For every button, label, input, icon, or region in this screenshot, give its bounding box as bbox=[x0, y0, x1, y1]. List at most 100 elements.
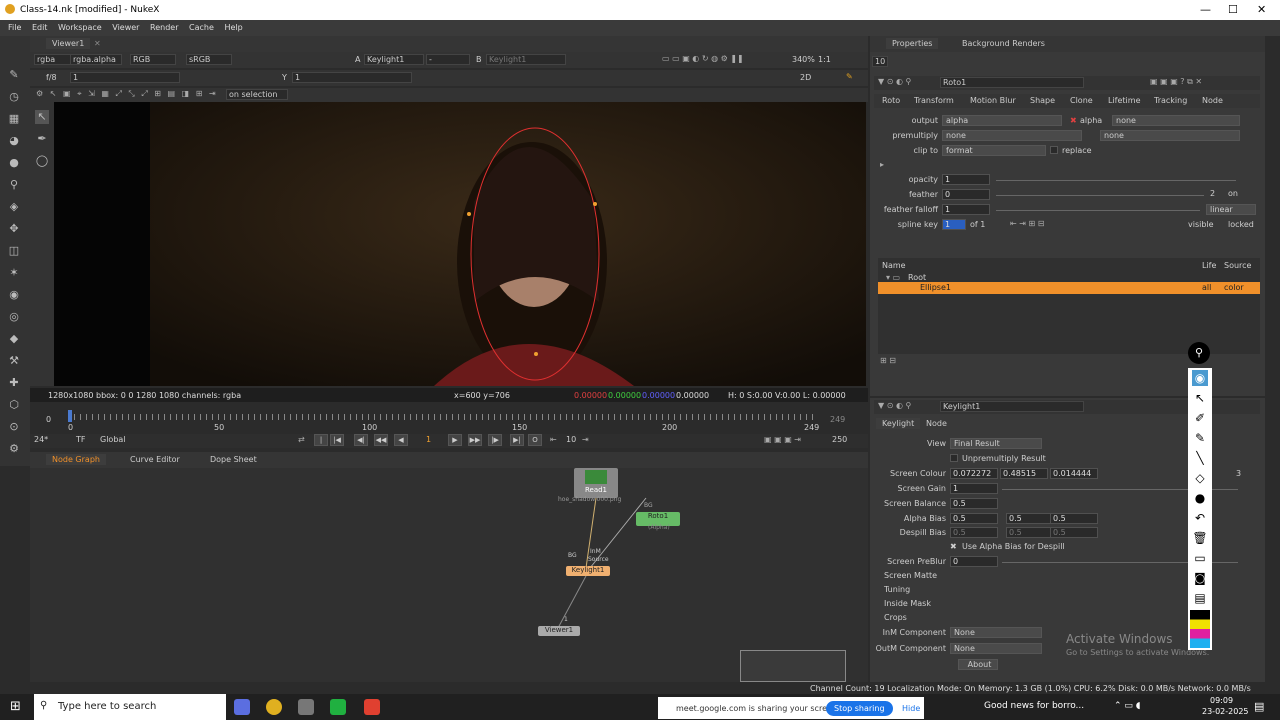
back-increment-button[interactable]: ◀◀ bbox=[374, 434, 388, 446]
settings-icon[interactable]: ⚙ bbox=[7, 442, 21, 456]
tab-background-renders[interactable]: Background Renders bbox=[956, 38, 1051, 49]
input-b-select[interactable]: Keylight1 bbox=[486, 54, 566, 65]
on-selection-select[interactable]: on selection bbox=[226, 89, 288, 100]
feather-falloff-slider[interactable] bbox=[996, 210, 1200, 211]
step-value[interactable]: 10 bbox=[566, 435, 576, 444]
channels-select[interactable]: rgba bbox=[34, 54, 72, 65]
menu-workspace[interactable]: Workspace bbox=[58, 23, 102, 32]
copilot-icon[interactable] bbox=[234, 699, 250, 715]
color-icon[interactable]: ◕ bbox=[7, 134, 21, 148]
viewer-icons[interactable]: ▭ ▭ ▣ ◐ ↻ ◍ ⚙ ❚❚ bbox=[662, 54, 744, 63]
screen-colour-b[interactable]: 0.014444 bbox=[1050, 468, 1098, 479]
despill-bias-b[interactable]: 0.5 bbox=[1050, 527, 1098, 538]
keyer-icon[interactable]: ⚲ bbox=[7, 178, 21, 192]
alpha-bias-r[interactable]: 0.5 bbox=[950, 513, 998, 524]
roto-tab-roto[interactable]: Roto bbox=[876, 95, 906, 106]
viewer-node[interactable]: Viewer1 bbox=[538, 626, 580, 636]
frame-x-field[interactable]: 1 bbox=[70, 72, 180, 83]
tab-node-graph[interactable]: Node Graph bbox=[46, 454, 106, 465]
ellipse-icon[interactable]: ◯ bbox=[35, 154, 49, 168]
feather-field[interactable]: 0 bbox=[942, 189, 990, 200]
forward-increment-button[interactable]: ▶▶ bbox=[468, 434, 482, 446]
deep-icon[interactable]: ◉ bbox=[7, 288, 21, 302]
roto-tab-transform[interactable]: Transform bbox=[908, 95, 960, 106]
toolsets-icon[interactable]: ⚒ bbox=[7, 354, 21, 368]
despill-bias-g[interactable]: 0.5 bbox=[1006, 527, 1054, 538]
node-graph[interactable]: Read1 hoe_shadow.000.png BG Roto1 (Alpha… bbox=[30, 468, 868, 682]
tf-select[interactable]: TF bbox=[76, 435, 86, 444]
3d-icon[interactable]: ◫ bbox=[7, 244, 21, 258]
screen-gain-field[interactable]: 1 bbox=[950, 483, 998, 494]
last-frame-button[interactable]: O bbox=[528, 434, 542, 446]
view-select[interactable]: Final Result bbox=[950, 438, 1042, 449]
alpha-bias-g[interactable]: 0.5 bbox=[1006, 513, 1054, 524]
section-screen-matte[interactable]: Screen Matte bbox=[884, 571, 937, 580]
alpha-check-icon[interactable]: ✖ bbox=[1070, 116, 1077, 125]
timeline[interactable]: 0 0 50 100 150 200 249 249 bbox=[30, 404, 868, 434]
other-icon[interactable]: ✚ bbox=[7, 376, 21, 390]
colorspace-select[interactable]: RGB bbox=[130, 54, 176, 65]
keylight-name-field[interactable]: Keylight1 bbox=[940, 401, 1084, 412]
increment-right-icon[interactable]: ⇥ bbox=[582, 435, 589, 444]
tab-dope-sheet[interactable]: Dope Sheet bbox=[204, 454, 263, 465]
current-frame[interactable]: 1 bbox=[426, 435, 431, 444]
color-picker-icon[interactable]: ✎ bbox=[846, 72, 853, 81]
despill-bias-r[interactable]: 0.5 bbox=[950, 527, 998, 538]
y-field[interactable]: 1 bbox=[292, 72, 412, 83]
replace-checkbox[interactable] bbox=[1050, 146, 1058, 154]
clip-to-select[interactable]: format bbox=[942, 145, 1046, 156]
eraser-icon[interactable]: ◇ bbox=[1192, 470, 1208, 486]
minimize-button[interactable]: — bbox=[1200, 3, 1211, 16]
cursor-icon[interactable]: ↖ bbox=[1192, 390, 1208, 406]
next-key-button[interactable]: ▶| bbox=[510, 434, 524, 446]
camtasia-icon[interactable] bbox=[330, 699, 346, 715]
screen-balance-field[interactable]: 0.5 bbox=[950, 498, 998, 509]
display-select[interactable]: sRGB bbox=[186, 54, 232, 65]
roto-window-icons[interactable]: ▣ ▣ ▣ ? ⧉ ✕ bbox=[1150, 77, 1202, 87]
alpha-bias-b[interactable]: 0.5 bbox=[1050, 513, 1098, 524]
keylight-node[interactable]: Keylight1 bbox=[566, 566, 610, 576]
menu-help[interactable]: Help bbox=[224, 23, 242, 32]
section-inside-mask[interactable]: Inside Mask bbox=[884, 599, 931, 608]
recorder-icon[interactable] bbox=[364, 699, 380, 715]
timeline-ruler[interactable] bbox=[68, 414, 818, 420]
color-palette[interactable] bbox=[1190, 610, 1210, 648]
roto-name-field[interactable]: Roto1 bbox=[940, 77, 1084, 88]
use-alpha-checkbox[interactable]: ✖ bbox=[950, 542, 957, 551]
time-icon[interactable]: ◷ bbox=[7, 90, 21, 104]
zoom-value[interactable]: 340% bbox=[792, 55, 815, 64]
filter-icon[interactable]: ● bbox=[7, 156, 21, 170]
screen-colour-r[interactable]: 0.072272 bbox=[950, 468, 998, 479]
alpha-select[interactable]: rgba.alpha bbox=[70, 54, 122, 65]
roto-tab-clone[interactable]: Clone bbox=[1064, 95, 1099, 106]
line-icon[interactable]: ╲ bbox=[1192, 450, 1208, 466]
output-extra-select[interactable]: none bbox=[1112, 115, 1240, 126]
dot-icon[interactable]: ● bbox=[1192, 490, 1208, 506]
locked-label[interactable]: locked bbox=[1228, 220, 1254, 229]
camera-icon[interactable]: ◙ bbox=[1192, 570, 1208, 586]
furnace-icon[interactable]: ⬡ bbox=[7, 398, 21, 412]
step-back-button[interactable]: ◀| bbox=[354, 434, 368, 446]
screen-colour-g[interactable]: 0.48515 bbox=[1000, 468, 1048, 479]
feather-slider[interactable] bbox=[996, 195, 1204, 196]
spline-key-buttons[interactable]: ⇤ ⇥ ⊞ ⊟ bbox=[1010, 219, 1044, 228]
first-frame-button[interactable]: | bbox=[314, 434, 328, 446]
particles-icon[interactable]: ✶ bbox=[7, 266, 21, 280]
menu-viewer[interactable]: Viewer bbox=[112, 23, 139, 32]
fstop-value[interactable]: f/8 bbox=[46, 73, 57, 82]
global-select[interactable]: Global bbox=[100, 435, 126, 444]
read-node[interactable]: Read1 bbox=[574, 468, 618, 498]
board-icon[interactable]: ▭ bbox=[1192, 550, 1208, 566]
spline-key-field[interactable]: 1 bbox=[942, 219, 966, 230]
about-button[interactable]: About bbox=[958, 659, 998, 670]
tab-viewer1[interactable]: Viewer1 bbox=[46, 38, 91, 49]
falloff-type-select[interactable]: linear bbox=[1206, 204, 1256, 215]
play-forward-button[interactable]: ▶ bbox=[448, 434, 462, 446]
roto-header-icons[interactable]: ▼ ⊙ ◐ ⚲ bbox=[878, 77, 911, 86]
keylight-tab-node[interactable]: Node bbox=[920, 418, 953, 429]
fps-value[interactable]: 24* bbox=[34, 435, 48, 444]
news-widget[interactable]: Good news for borro... bbox=[984, 701, 1084, 711]
eye-icon[interactable]: ◉ bbox=[1192, 370, 1208, 386]
close-tab-icon[interactable]: ✕ bbox=[94, 39, 101, 48]
channel-icon[interactable]: ▦ bbox=[7, 112, 21, 126]
